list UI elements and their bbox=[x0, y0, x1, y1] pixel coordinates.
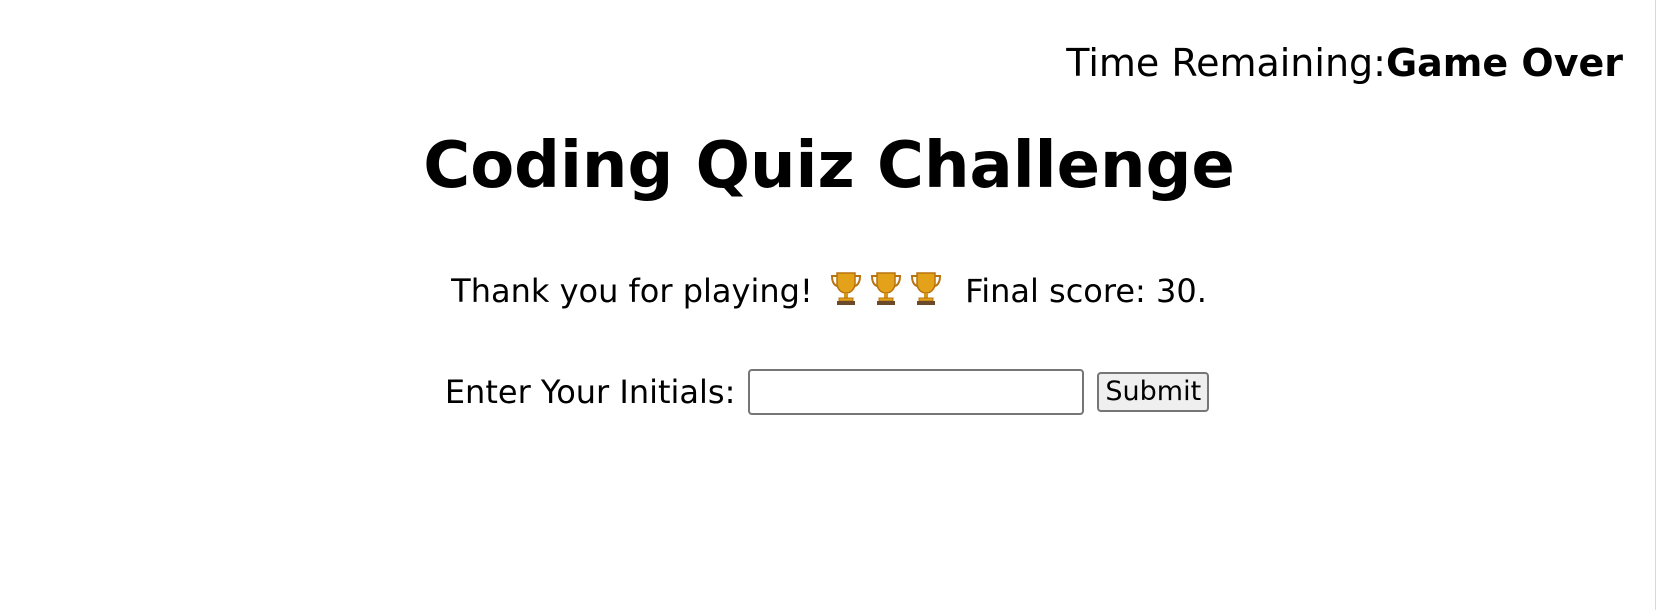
thanks-text: Thank you for playing! bbox=[451, 272, 813, 310]
trophy-icon bbox=[830, 272, 861, 305]
initials-label: Enter Your Initials: bbox=[444, 373, 736, 411]
timer-display: Time Remaining:Game Over bbox=[1066, 40, 1623, 86]
initials-input[interactable] bbox=[748, 369, 1085, 415]
timer-value: Game Over bbox=[1385, 41, 1623, 85]
trophy-row bbox=[829, 270, 943, 306]
initials-form: Enter Your Initials: Submit bbox=[0, 369, 1656, 415]
timer-label: Time Remaining: bbox=[1066, 41, 1386, 85]
submit-button[interactable]: Submit bbox=[1097, 372, 1210, 412]
trophy-icon bbox=[910, 272, 941, 305]
page-title: Coding Quiz Challenge bbox=[423, 129, 1235, 203]
page: Time Remaining:Game Over Coding Quiz Cha… bbox=[0, 0, 1658, 610]
trophy-icon bbox=[870, 272, 901, 305]
final-score-text: Final score: 30. bbox=[965, 272, 1207, 310]
result-message: Thank you for playing! Final score: 30. bbox=[0, 270, 1658, 311]
